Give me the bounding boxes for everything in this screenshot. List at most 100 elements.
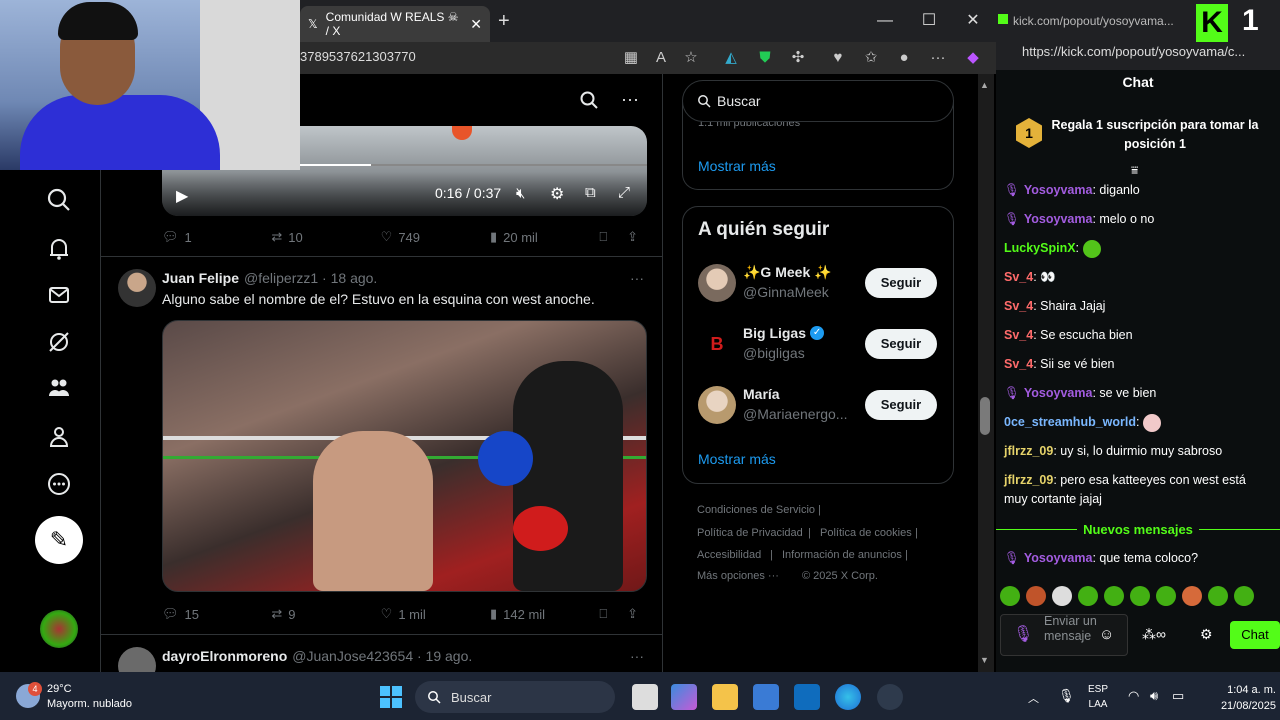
address-bar[interactable]: 3789537621303770 (300, 49, 416, 64)
follow-2-name[interactable]: Big Ligas (743, 325, 806, 341)
volume-icon[interactable]: 🔊︎ (1150, 688, 1158, 704)
more-options-icon[interactable] (42, 467, 76, 501)
like-button[interactable]: ♡ 749 (381, 229, 490, 245)
show-more-link-2[interactable]: Mostrar más (698, 451, 776, 467)
chat-username[interactable]: Sv_4 (1004, 357, 1033, 371)
weather-desc[interactable]: Mayorm. nublado (47, 698, 132, 710)
chat-username[interactable]: Yosoyvama (1024, 183, 1093, 197)
repost-button[interactable]: ⇄ 9 (271, 606, 380, 622)
browser-tab[interactable]: 𝕏 Comunidad W REALS ☠ / X ✕ (300, 6, 490, 42)
store-icon[interactable] (753, 684, 779, 710)
emoji-picker-icon[interactable]: ☺ (1099, 626, 1114, 643)
share-icon[interactable]: ⇪ (627, 229, 647, 245)
explore-search-icon[interactable] (42, 183, 76, 217)
account-avatar[interactable] (40, 610, 78, 648)
follow-2-handle[interactable]: @bigligas (743, 345, 805, 361)
chat-username[interactable]: jflrzz_09 (1004, 444, 1053, 458)
reply-button[interactable]: 💬︎ 15 (162, 606, 271, 622)
views-button[interactable]: ▮ 142 mil (490, 606, 599, 622)
scroll-up-arrow-icon[interactable]: ▲ (980, 80, 989, 90)
kick-address-bar[interactable]: https://kick.com/popout/yosoyvama/c... (996, 42, 1280, 70)
scrollbar-thumb[interactable] (980, 397, 990, 435)
post-2-author[interactable]: Juan Felipe (162, 270, 239, 286)
scroll-down-arrow-icon[interactable]: ▼ (980, 655, 989, 665)
emote-button[interactable] (1078, 586, 1098, 606)
chat-username[interactable]: 0ce_streamhub_world (1004, 415, 1136, 429)
post-2-handle-date[interactable]: @feliperzz1 · 18 ago. (244, 270, 377, 286)
post-2-video[interactable] (162, 320, 647, 592)
emote-button[interactable] (1000, 586, 1020, 606)
grok-icon[interactable] (42, 325, 76, 359)
footer-ads[interactable]: Información de anuncios (782, 549, 902, 561)
footer-terms[interactable]: Condiciones de Servicio (697, 504, 815, 516)
read-aloud-icon[interactable]: A (649, 46, 673, 70)
follow-3-button[interactable]: Seguir (865, 390, 937, 420)
gift-sub-banner[interactable]: Regala 1 suscripción para tomar la posic… (1050, 116, 1260, 154)
compose-post-button[interactable]: ✎ (35, 516, 83, 564)
pip-icon[interactable]: ⧉ (585, 184, 596, 201)
messages-mail-icon[interactable] (42, 278, 76, 312)
chat-username[interactable]: Yosoyvama (1024, 551, 1093, 565)
bookmark-icon[interactable]: ⎕ (599, 229, 627, 245)
edge-icon[interactable] (835, 684, 861, 710)
footer-cookies[interactable]: Política de cookies (820, 527, 912, 539)
emote-button[interactable] (1104, 586, 1124, 606)
emote-button[interactable] (1208, 586, 1228, 606)
follow-1-handle[interactable]: @GinnaMeek (743, 284, 829, 300)
extension-icon[interactable]: ◭ (719, 46, 743, 70)
chat-username[interactable]: Sv_4 (1004, 299, 1033, 313)
emote-button[interactable] (1052, 586, 1072, 606)
chat-username[interactable]: jflrzz_09 (1004, 473, 1053, 487)
chat-username[interactable]: Yosoyvama (1024, 386, 1093, 400)
chat-features-icon[interactable]: ⁂∞ (1142, 626, 1166, 643)
wifi-icon[interactable]: ◠ (1128, 688, 1139, 704)
file-explorer-icon[interactable] (712, 684, 738, 710)
taskbar-search[interactable]: Buscar (415, 681, 615, 713)
chat-username[interactable]: LuckySpinX (1004, 241, 1076, 255)
emote-button[interactable] (1182, 586, 1202, 606)
play-icon[interactable]: ▶ (176, 186, 188, 206)
follow-2-avatar[interactable]: B (698, 325, 736, 363)
footer-privacy[interactable]: Política de Privacidad (697, 527, 803, 539)
battery-icon[interactable]: ▭ (1172, 688, 1184, 704)
favorites-icon[interactable]: ✩ (859, 46, 883, 70)
pinned-collapse-icon[interactable]: ⩸ (1131, 163, 1138, 178)
obs-icon[interactable] (877, 684, 903, 710)
post-3-author[interactable]: dayroElronmoreno (162, 648, 287, 664)
emote-button[interactable] (1130, 586, 1150, 606)
follow-2-button[interactable]: Seguir (865, 329, 937, 359)
language-indicator[interactable]: ESP LAA (1088, 682, 1108, 712)
search-icon[interactable] (578, 89, 600, 111)
chat-username[interactable]: Sv_4 (1004, 328, 1033, 342)
copilot-app-icon[interactable] (671, 684, 697, 710)
mute-icon[interactable]: 🔇︎ (516, 185, 525, 202)
follow-1-avatar[interactable] (698, 264, 736, 302)
send-chat-button[interactable]: Chat (1230, 621, 1280, 649)
header-more-icon[interactable]: ··· (621, 89, 639, 110)
extensions-puzzle-icon[interactable]: ✣ (786, 46, 810, 70)
profile-avatar-icon[interactable]: ● (892, 46, 916, 70)
new-tab-button[interactable]: + (498, 10, 518, 32)
follow-3-avatar[interactable] (698, 386, 736, 424)
share-icon[interactable]: ⇪ (627, 606, 647, 622)
chat-settings-icon[interactable]: ⚙ (1200, 626, 1213, 643)
search-box[interactable]: Buscar (682, 80, 954, 122)
close-window-button[interactable]: ✕ (960, 8, 986, 34)
footer-more[interactable]: Más opciones ··· (697, 570, 779, 582)
performance-icon[interactable]: ♥ (826, 46, 850, 70)
minimize-button[interactable]: — (872, 8, 898, 34)
start-windows-icon[interactable] (380, 686, 402, 708)
views-button[interactable]: ▮ 20 mil (490, 229, 599, 245)
fullscreen-icon[interactable]: ⤢ (618, 184, 630, 201)
bookmark-icon[interactable]: ⎕ (599, 606, 627, 622)
like-button[interactable]: ♡ 1 mil (381, 606, 490, 622)
post-2-more-icon[interactable]: ··· (630, 270, 644, 286)
notifications-bell-icon[interactable] (42, 232, 76, 266)
outlook-icon[interactable] (794, 684, 820, 710)
follow-1-button[interactable]: Seguir (865, 268, 937, 298)
mic-tray-icon[interactable]: 🎙︎ (1058, 688, 1075, 704)
post-2-avatar[interactable] (118, 269, 156, 307)
footer-accessibility[interactable]: Accesibilidad (697, 549, 761, 561)
page-scrollbar[interactable] (978, 74, 994, 672)
weather-temp[interactable]: 29°C (47, 683, 72, 695)
